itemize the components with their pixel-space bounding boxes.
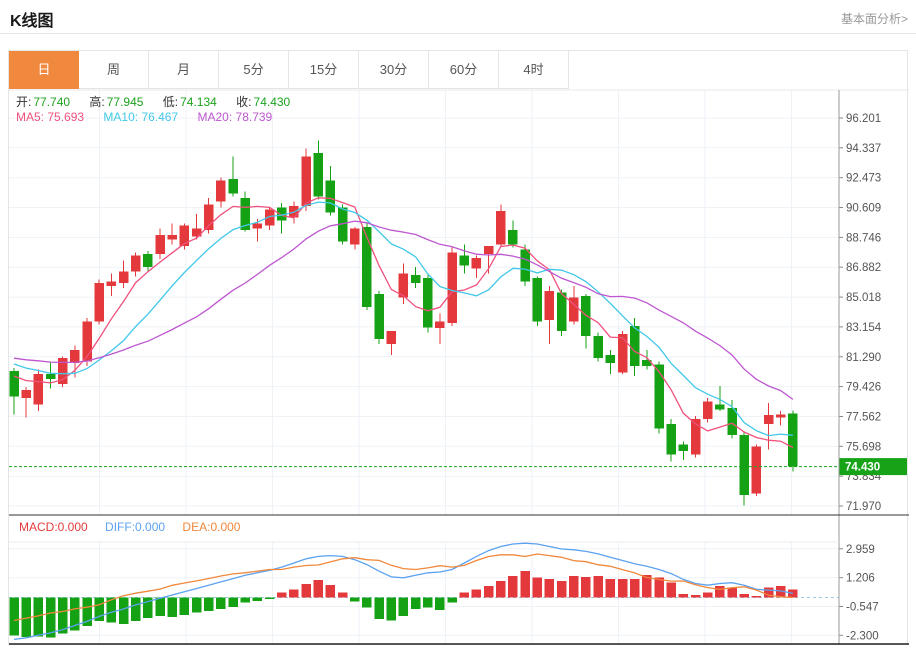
candles-layer [9,140,798,506]
kline-page: K线图 基本面分析> 96.201 94.337 92.473 90.609 88.74… [0,0,916,649]
svg-text:86.882: 86.882 [846,262,881,274]
kline-chart-container: 96.201 94.337 92.473 90.609 88.746 86.882 85.0… [8,50,909,645]
svg-text:77.562: 77.562 [846,412,881,424]
svg-text:83.154: 83.154 [846,322,882,334]
tab-4hour[interactable]: 4时 [499,51,569,89]
svg-text:1.206: 1.206 [846,573,875,585]
pane-borders [9,89,909,645]
close-label: 收: [236,95,252,109]
tab-15min[interactable]: 15分 [289,51,359,89]
svg-text:88.746: 88.746 [846,232,881,244]
svg-text:79.426: 79.426 [846,382,881,394]
svg-text:73.834: 73.834 [846,471,882,483]
svg-text:2.959: 2.959 [846,544,875,556]
macd-value-label: MACD:0.000 [19,520,88,534]
close-value: 74.430 [253,95,291,109]
low-label: 低: [162,95,179,109]
svg-text:81.290: 81.290 [846,352,881,364]
open-label: 开: [16,95,32,109]
open-value: 77.740 [33,95,71,109]
svg-text:92.473: 92.473 [846,173,881,185]
tab-week[interactable]: 周 [79,51,149,89]
ohlc-legend: 开: 77.740 高: 77.945 低: 74.134 收: 74.430 [16,93,292,110]
diff-line [13,542,794,641]
dea-value-label: DEA:0.000 [182,520,241,534]
dea-line [13,553,793,622]
svg-text:94.337: 94.337 [846,143,881,155]
grid-vertical [99,90,792,644]
tab-60min[interactable]: 60分 [429,51,499,89]
svg-text:-2.300: -2.300 [846,630,879,642]
svg-text:74.430: 74.430 [845,462,880,474]
interval-tab-bar: 日 周 月 5分 15分 30分 60分 4时 [9,51,569,89]
macd-y-axis: 2.959 1.206 -0.547 -2.300 [9,544,879,642]
svg-text:-0.547: -0.547 [846,602,879,614]
fundamental-analysis-link[interactable]: 基本面分析> [841,10,908,27]
header-divider [0,33,916,34]
ma20-label: MA20: 78.739 [197,110,273,124]
high-label: 高: [89,95,105,109]
macd-histogram [9,571,798,638]
main-y-axis: 96.201 94.337 92.473 90.609 88.746 86.882 85.0… [9,113,882,513]
kline-chart: 96.201 94.337 92.473 90.609 88.746 86.882 85.0… [9,89,909,645]
svg-text:75.698: 75.698 [846,441,881,453]
low-value: 74.134 [180,95,217,109]
svg-text:85.018: 85.018 [846,292,881,304]
ma10-line [13,201,793,437]
svg-text:71.970: 71.970 [846,501,881,513]
tab-day[interactable]: 日 [9,51,79,89]
page-title: K线图 [10,13,54,30]
svg-text:90.609: 90.609 [846,203,881,215]
ma20-line [13,220,794,400]
macd-legend: MACD:0.000 DIFF:0.000 DEA:0.000 [19,520,240,534]
high-value: 77.945 [106,95,144,109]
ma5-line [13,197,794,449]
ma-legend: MA5: 75.693 MA10: 76.467 MA20: 78.739 [16,110,272,124]
ma5-label: MA5: 75.693 [16,110,85,124]
last-price-badge: 74.430 [839,458,907,476]
tab-30min[interactable]: 30分 [359,51,429,89]
diff-value-label: DIFF:0.000 [105,520,166,534]
tab-5min[interactable]: 5分 [219,51,289,89]
svg-text:96.201: 96.201 [846,113,881,125]
tab-month[interactable]: 月 [149,51,219,89]
ma10-label: MA10: 76.467 [103,110,179,124]
